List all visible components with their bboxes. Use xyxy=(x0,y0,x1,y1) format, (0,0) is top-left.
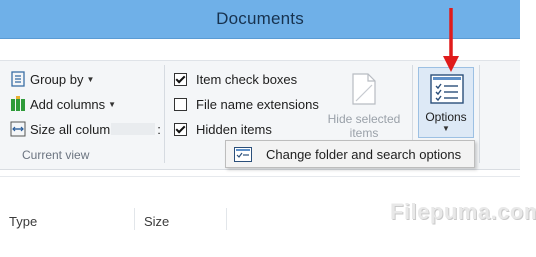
file-name-extensions-toggle[interactable]: File name extensions xyxy=(174,94,319,114)
hide-selected-label-line2: items xyxy=(349,126,379,140)
file-name-extensions-checkbox[interactable] xyxy=(174,97,187,111)
hidden-items-toggle[interactable]: Hidden items xyxy=(174,119,272,139)
add-columns-icon xyxy=(10,96,26,112)
ribbon-bottom-divider xyxy=(0,176,520,177)
item-check-boxes-checkbox[interactable] xyxy=(174,72,187,86)
group-divider xyxy=(479,65,480,163)
change-folder-options-item[interactable]: Change folder and search options xyxy=(226,141,474,167)
hide-selected-icon xyxy=(351,73,377,110)
folder-options-icon xyxy=(234,147,252,167)
group-divider xyxy=(164,65,165,163)
current-view-caption: Current view xyxy=(22,148,90,162)
column-separator[interactable] xyxy=(134,208,135,230)
watermark: Filepuma.com xyxy=(390,199,536,224)
options-icon xyxy=(430,74,464,109)
size-all-columns-label: Size all colum xyxy=(30,121,111,137)
group-by-button[interactable]: Group by ▼ xyxy=(10,69,94,89)
group-by-icon xyxy=(10,71,26,87)
item-check-boxes-toggle[interactable]: Item check boxes xyxy=(174,69,297,89)
options-dropdown-menu: Change folder and search options xyxy=(225,140,475,168)
hidden-items-label: Hidden items xyxy=(196,121,272,137)
column-separator[interactable] xyxy=(226,208,227,230)
chevron-down-icon: ▼ xyxy=(442,124,450,133)
item-check-boxes-label: Item check boxes xyxy=(196,71,298,87)
obscured-text xyxy=(111,123,156,135)
chevron-down-icon: ▼ xyxy=(86,74,95,84)
column-header-size[interactable]: Size xyxy=(144,214,169,229)
column-header-type[interactable]: Type xyxy=(9,214,37,229)
change-folder-options-label: Change folder and search options xyxy=(266,147,462,162)
options-label: Options xyxy=(425,110,467,124)
red-arrow xyxy=(440,6,462,79)
group-by-label: Group by xyxy=(30,71,84,87)
hide-selected-label-line1: Hide selected xyxy=(327,112,401,126)
file-name-extensions-label: File name extensions xyxy=(196,96,319,112)
chevron-down-icon: ▼ xyxy=(108,99,117,109)
hidden-items-checkbox[interactable] xyxy=(174,122,187,136)
add-columns-button[interactable]: Add columns ▼ xyxy=(10,94,116,114)
size-all-columns-suffix: : xyxy=(157,121,161,137)
add-columns-label: Add columns xyxy=(30,96,106,112)
size-all-columns-button[interactable]: Size all colum : xyxy=(10,119,161,139)
size-columns-icon xyxy=(10,121,26,137)
